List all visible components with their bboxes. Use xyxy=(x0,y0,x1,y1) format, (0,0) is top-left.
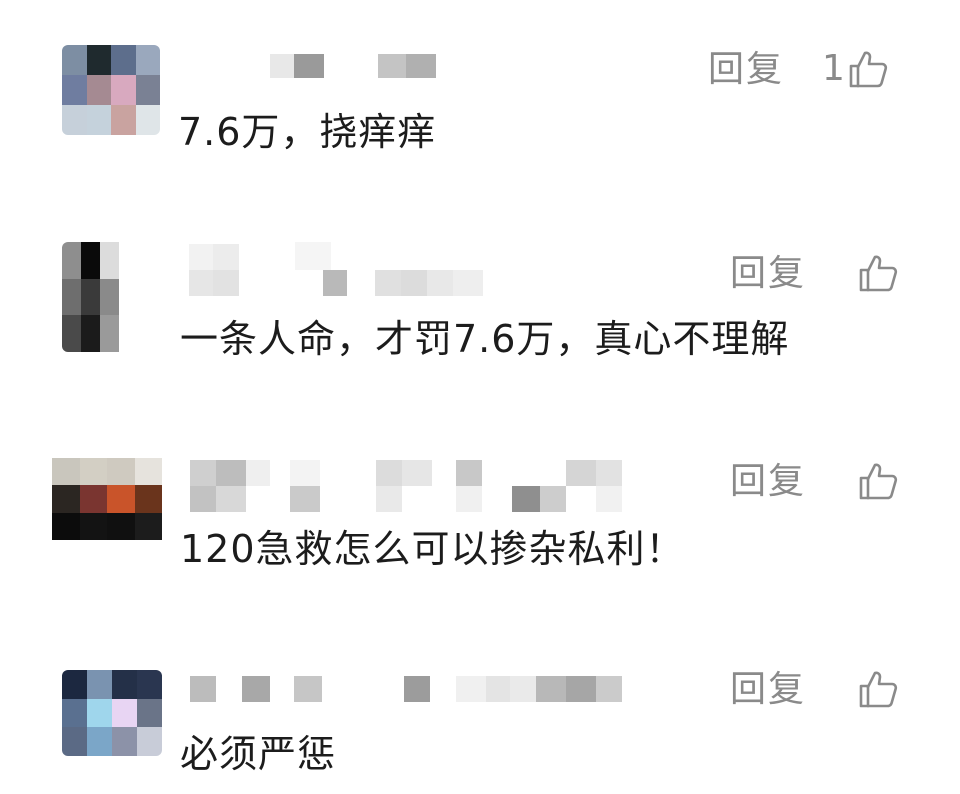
avatar-pixel xyxy=(100,242,119,279)
thumbs-up-icon xyxy=(857,668,899,710)
avatar-pixel xyxy=(87,698,112,728)
username-mosaic[interactable] xyxy=(186,458,626,518)
avatar-pixel xyxy=(111,105,136,135)
comment-item: 回复 必须严惩 xyxy=(0,640,960,794)
avatar-pixel xyxy=(135,45,160,75)
avatar-pixel xyxy=(62,315,81,352)
comment-text: 7.6万，挠痒痒 xyxy=(178,110,437,154)
avatar-pixel xyxy=(135,105,160,135)
avatar-pixel xyxy=(81,242,100,279)
avatar-pixel xyxy=(87,670,112,699)
like-count: 1 xyxy=(822,48,845,89)
avatar-pixel xyxy=(86,105,111,135)
avatar-pixel xyxy=(62,698,87,728)
avatar-pixel xyxy=(100,278,119,316)
avatar-pixel xyxy=(52,485,80,513)
avatar-pixel xyxy=(111,75,136,105)
avatar[interactable] xyxy=(62,242,138,352)
avatar-pixel xyxy=(62,278,81,316)
avatar-pixel xyxy=(81,315,100,352)
like-button[interactable]: 1 xyxy=(822,48,889,90)
avatar-pixel xyxy=(112,727,137,756)
avatar-pixel xyxy=(62,45,87,75)
username-mosaic[interactable] xyxy=(186,674,626,704)
avatar-pixel xyxy=(134,485,162,513)
avatar-pixel xyxy=(62,242,81,279)
avatar-pixel xyxy=(137,670,162,699)
avatar-pixel xyxy=(134,512,162,540)
comment-item: 回复 一条人命，才罚7.6万，真心不理解 xyxy=(0,190,960,420)
thumbs-up-icon xyxy=(847,48,889,90)
thumbs-up-icon xyxy=(857,252,899,294)
avatar[interactable] xyxy=(52,458,162,540)
avatar-pixel xyxy=(79,485,107,513)
avatar-pixel xyxy=(100,315,119,352)
like-button[interactable] xyxy=(855,460,899,502)
avatar-pixel xyxy=(87,727,112,756)
reply-button[interactable]: 回复 xyxy=(730,256,806,292)
avatar-pixel xyxy=(119,242,138,279)
avatar-pixel xyxy=(52,458,80,486)
username-mosaic[interactable] xyxy=(260,52,440,82)
avatar-pixel xyxy=(62,75,87,105)
avatar-pixel xyxy=(86,75,111,105)
avatar-pixel xyxy=(119,278,138,316)
avatar-pixel xyxy=(107,485,135,513)
avatar-pixel xyxy=(112,698,137,728)
username-mosaic[interactable] xyxy=(185,242,545,298)
comment-item: 回复 120急救怎么可以掺杂私利！ xyxy=(0,420,960,640)
thumbs-up-icon xyxy=(857,460,899,502)
avatar-pixel xyxy=(79,458,107,486)
avatar-pixel xyxy=(62,105,87,135)
avatar-pixel xyxy=(107,458,135,486)
avatar-pixel xyxy=(119,315,138,352)
comment-text: 120急救怎么可以掺杂私利！ xyxy=(180,527,685,571)
comment-item: 回复 1 7.6万，挠痒痒 xyxy=(0,0,960,190)
avatar-pixel xyxy=(62,727,87,756)
avatar-pixel xyxy=(79,512,107,540)
avatar-pixel xyxy=(107,512,135,540)
reply-button[interactable]: 回复 xyxy=(730,672,806,708)
avatar-pixel xyxy=(52,512,80,540)
avatar-pixel xyxy=(135,75,160,105)
like-button[interactable] xyxy=(855,668,899,710)
like-button[interactable] xyxy=(855,252,899,294)
avatar-pixel xyxy=(134,458,162,486)
avatar[interactable] xyxy=(62,670,162,756)
avatar-pixel xyxy=(137,698,162,728)
avatar-pixel xyxy=(112,670,137,699)
reply-button[interactable]: 回复 xyxy=(708,52,784,88)
avatar-pixel xyxy=(86,45,111,75)
avatar-pixel xyxy=(62,670,87,699)
avatar-pixel xyxy=(81,278,100,316)
avatar[interactable] xyxy=(62,45,160,135)
avatar-pixel xyxy=(111,45,136,75)
comment-text: 必须严惩 xyxy=(180,732,337,776)
comment-text: 一条人命，才罚7.6万，真心不理解 xyxy=(180,317,790,361)
avatar-pixel xyxy=(137,727,162,756)
reply-button[interactable]: 回复 xyxy=(730,464,806,500)
